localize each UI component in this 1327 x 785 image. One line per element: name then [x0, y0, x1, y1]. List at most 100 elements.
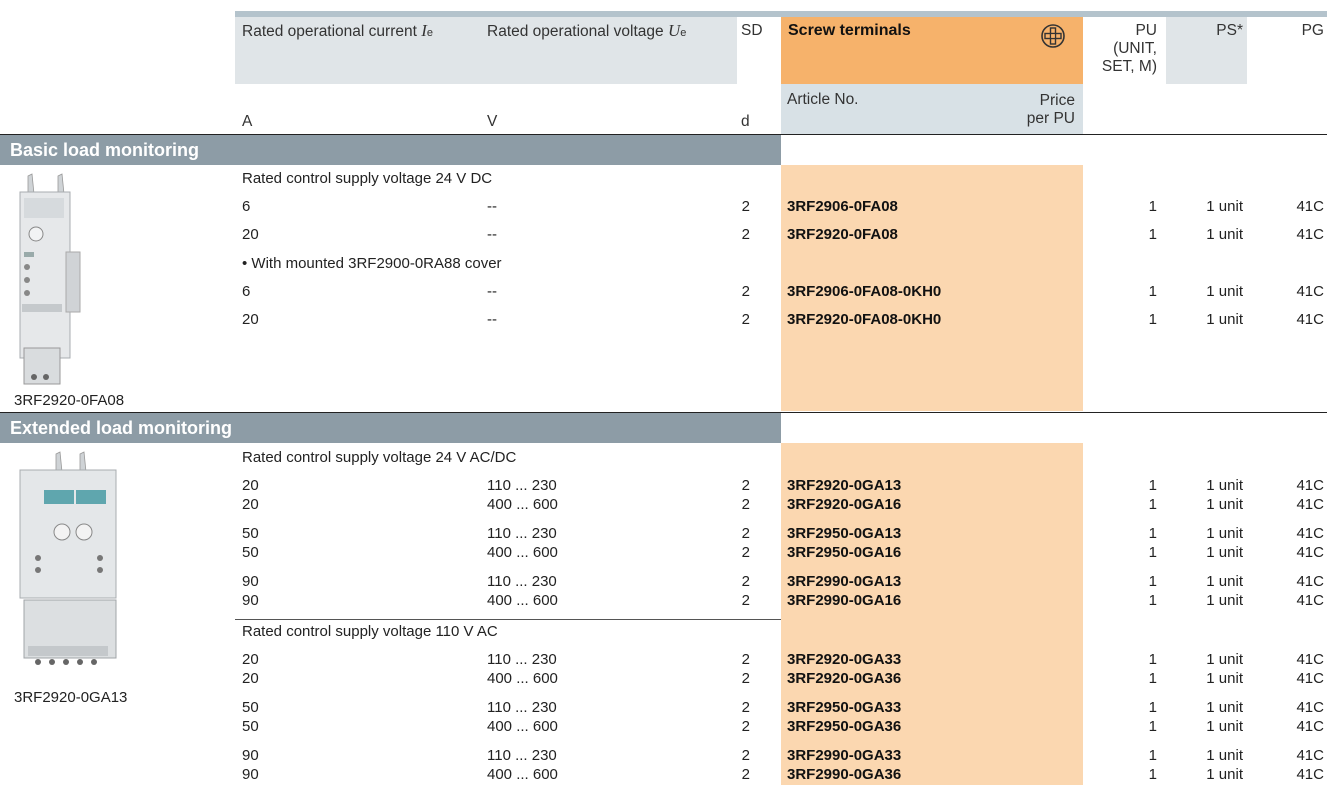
sd-cell: 2	[741, 670, 750, 687]
extended-image-caption: 3RF2920-0GA13	[14, 689, 128, 706]
voltage-cell: 400 ... 600	[487, 718, 558, 735]
article-number: 3RF2950-0GA16	[787, 544, 902, 561]
sd-cell: 2	[741, 226, 750, 243]
pu-cell: 1	[1148, 573, 1157, 590]
voltage-cell: --	[487, 311, 497, 328]
pg-cell: 41C	[1296, 283, 1324, 300]
article-number: 3RF2990-0GA36	[787, 766, 902, 783]
sd-cell: 2	[741, 718, 750, 735]
article-number: 3RF2920-0FA08	[787, 226, 898, 243]
article-number: 3RF2920-0GA13	[787, 477, 902, 494]
pg-cell: 41C	[1296, 718, 1324, 735]
sd-cell: 2	[741, 766, 750, 783]
current-cell: 20	[242, 670, 259, 687]
article-number: 3RF2950-0GA33	[787, 699, 902, 716]
header-voltage: Rated operational voltage Ue	[487, 21, 687, 41]
article-number: 3RF2950-0GA13	[787, 525, 902, 542]
sd-cell: 2	[741, 311, 750, 328]
sd-cell: 2	[741, 283, 750, 300]
current-cell: 20	[242, 477, 259, 494]
sd-cell: 2	[741, 592, 750, 609]
current-cell: 90	[242, 766, 259, 783]
extended-mid-rule	[235, 619, 781, 620]
unit-v: V	[487, 113, 498, 130]
voltage-cell: --	[487, 283, 497, 300]
ps-cell: 1 unit	[1206, 525, 1243, 542]
price-label-2: per PU	[1026, 110, 1075, 127]
header-current: Rated operational current Ie	[242, 21, 434, 41]
ps-cell: 1 unit	[1206, 477, 1243, 494]
pu-cell: 1	[1148, 651, 1157, 668]
sd-cell: 2	[741, 544, 750, 561]
voltage-cell: 400 ... 600	[487, 496, 558, 513]
screw-terminal-icon	[1041, 24, 1065, 48]
sd-cell: 2	[741, 747, 750, 764]
pg-cell: 41C	[1296, 311, 1324, 328]
pg-cell: 41C	[1296, 670, 1324, 687]
ps-cell: 1 unit	[1206, 496, 1243, 513]
header-pg: PG	[1301, 22, 1324, 39]
sd-cell: 2	[741, 525, 750, 542]
pg-cell: 41C	[1296, 699, 1324, 716]
voltage-cell: 110 ... 230	[487, 477, 557, 494]
pg-cell: 41C	[1296, 747, 1324, 764]
header-ps: PS*	[1216, 22, 1243, 39]
basic-cover-note: • With mounted 3RF2900-0RA88 cover	[242, 255, 502, 272]
pu-cell: 1	[1148, 283, 1157, 300]
header-screw-terminals: Screw terminals	[788, 22, 911, 39]
header-pu-3: SET, M)	[1101, 58, 1157, 75]
pg-cell: 41C	[1296, 226, 1324, 243]
voltage-cell: 400 ... 600	[487, 544, 558, 561]
article-number: 3RF2920-0GA36	[787, 670, 902, 687]
article-number: 3RF2990-0GA16	[787, 592, 902, 609]
current-cell: 50	[242, 544, 259, 561]
current-cell: 50	[242, 525, 259, 542]
ps-cell: 1 unit	[1206, 198, 1243, 215]
section-basic-title: Basic load monitoring	[0, 135, 781, 165]
pu-cell: 1	[1148, 718, 1157, 735]
header-sd: SD	[741, 22, 763, 39]
pg-cell: 41C	[1296, 477, 1324, 494]
ps-cell: 1 unit	[1206, 226, 1243, 243]
pg-cell: 41C	[1296, 198, 1324, 215]
sd-cell: 2	[741, 651, 750, 668]
article-number: 3RF2906-0FA08	[787, 198, 898, 215]
pu-cell: 1	[1148, 766, 1157, 783]
article-number: 3RF2920-0GA33	[787, 651, 902, 668]
pg-cell: 41C	[1296, 525, 1324, 542]
extended-supply-2: Rated control supply voltage 110 V AC	[242, 623, 498, 640]
extended-supply-1: Rated control supply voltage 24 V AC/DC	[242, 449, 517, 466]
pg-cell: 41C	[1296, 651, 1324, 668]
article-number: 3RF2950-0GA36	[787, 718, 902, 735]
pg-cell: 41C	[1296, 592, 1324, 609]
voltage-cell: 400 ... 600	[487, 592, 558, 609]
voltage-cell: 400 ... 600	[487, 766, 558, 783]
voltage-cell: 400 ... 600	[487, 670, 558, 687]
pu-cell: 1	[1148, 198, 1157, 215]
pu-cell: 1	[1148, 592, 1157, 609]
ps-cell: 1 unit	[1206, 544, 1243, 561]
ps-cell: 1 unit	[1206, 699, 1243, 716]
article-number: 3RF2990-0GA13	[787, 573, 902, 590]
product-image-basic	[19, 173, 81, 385]
price-label-1: Price	[1039, 92, 1075, 109]
voltage-cell: 110 ... 230	[487, 651, 557, 668]
current-cell: 90	[242, 573, 259, 590]
pu-cell: 1	[1148, 544, 1157, 561]
sd-cell: 2	[741, 699, 750, 716]
ps-cell: 1 unit	[1206, 651, 1243, 668]
voltage-cell: --	[487, 198, 497, 215]
article-number: 3RF2920-0FA08-0KH0	[787, 311, 942, 328]
basic-image-caption: 3RF2920-0FA08	[14, 392, 125, 409]
header-pu-2: (UNIT,	[1113, 40, 1157, 57]
current-cell: 6	[242, 283, 251, 300]
pg-cell: 41C	[1296, 544, 1324, 561]
ps-cell: 1 unit	[1206, 311, 1243, 328]
current-cell: 90	[242, 592, 259, 609]
section-extended-title: Extended load monitoring	[0, 413, 781, 443]
current-cell: 20	[242, 651, 259, 668]
ps-cell: 1 unit	[1206, 573, 1243, 590]
current-cell: 6	[242, 198, 251, 215]
ps-cell: 1 unit	[1206, 766, 1243, 783]
header-pu-1: PU	[1135, 22, 1157, 39]
